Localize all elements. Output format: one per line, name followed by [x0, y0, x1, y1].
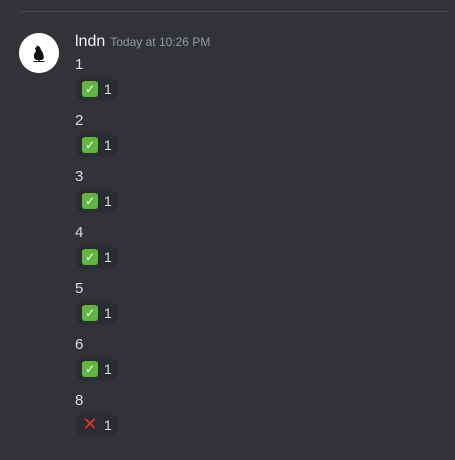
reaction-count: 1 [104, 361, 112, 377]
reaction-count: 1 [104, 81, 112, 97]
raven-silhouette-icon [19, 33, 59, 73]
check-mark-button-icon: ✓ [82, 81, 98, 97]
reaction-count: 1 [104, 417, 112, 433]
message-line-text: 6 [75, 336, 84, 353]
reaction-button[interactable]: ✓ 1 [76, 301, 118, 325]
message-line: 5 ✓ 1 [75, 279, 118, 335]
reaction-count: 1 [104, 249, 112, 265]
reaction-button[interactable]: ✓ 1 [76, 245, 118, 269]
message-line: 1 ✓ 1 [75, 55, 118, 111]
message-line-text: 5 [75, 280, 84, 297]
message-line-text: 4 [75, 224, 84, 241]
message-content: 1 ✓ 1 2 ✓ 1 3 ✓ 1 4 ✓ 1 5 ✓ 1 6 ✓ 1 8 ✕ … [75, 55, 118, 447]
message-divider [20, 11, 451, 12]
reaction-button[interactable]: ✕ 1 [76, 413, 118, 437]
message-line-text: 2 [75, 112, 84, 129]
cross-mark-icon: ✕ [82, 414, 98, 435]
reaction-button[interactable]: ✓ 1 [76, 77, 118, 101]
check-mark-button-icon: ✓ [82, 305, 98, 321]
check-mark-button-icon: ✓ [82, 249, 98, 265]
message-line: 4 ✓ 1 [75, 223, 118, 279]
message-line: 6 ✓ 1 [75, 335, 118, 391]
username[interactable]: lndn [75, 33, 105, 50]
reaction-button[interactable]: ✓ 1 [76, 133, 118, 157]
check-mark-button-icon: ✓ [82, 137, 98, 153]
reaction-count: 1 [104, 193, 112, 209]
message-line-text: 8 [75, 392, 84, 409]
message-line: 8 ✕ 1 [75, 391, 118, 447]
check-mark-button-icon: ✓ [82, 193, 98, 209]
reaction-count: 1 [104, 137, 112, 153]
reaction-button[interactable]: ✓ 1 [76, 189, 118, 213]
message-header: lndn Today at 10:26 PM [75, 31, 210, 53]
reaction-button[interactable]: ✓ 1 [76, 357, 118, 381]
reaction-count: 1 [104, 305, 112, 321]
message-line-text: 1 [75, 56, 84, 73]
message-line: 3 ✓ 1 [75, 167, 118, 223]
message-line: 2 ✓ 1 [75, 111, 118, 167]
timestamp[interactable]: Today at 10:26 PM [110, 35, 210, 49]
message-line-text: 3 [75, 168, 84, 185]
check-mark-button-icon: ✓ [82, 361, 98, 377]
avatar[interactable] [19, 33, 59, 73]
